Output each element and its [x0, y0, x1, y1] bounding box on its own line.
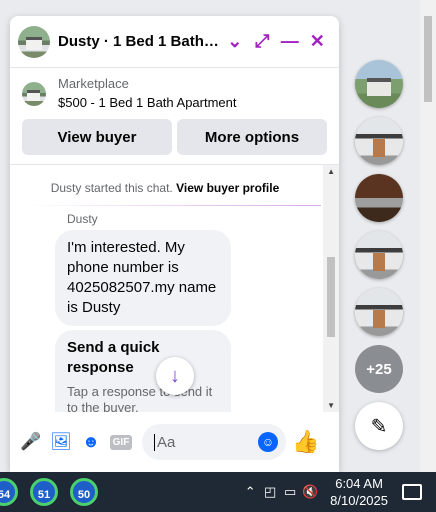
system-message: Dusty started this chat. View buyer prof…	[10, 181, 320, 195]
chat-window: Dusty · 1 Bed 1 Bath A... ⌄ ⤢ — ✕ Market…	[10, 16, 339, 472]
listing-info[interactable]: Marketplace $500 - 1 Bed 1 Bath Apartmen…	[10, 68, 339, 116]
listing-avatar[interactable]	[18, 25, 50, 58]
chat-heads-column: +25 ✎	[355, 60, 403, 450]
page-scroll-thumb[interactable]	[424, 16, 432, 102]
taskbar-app-3[interactable]: 50	[70, 478, 98, 506]
system-message-text: Dusty started this chat.	[50, 181, 173, 195]
clock-time: 6:04 AM	[335, 476, 383, 491]
close-icon[interactable]: ✕	[304, 28, 332, 56]
divider	[26, 205, 321, 206]
chat-head-1[interactable]	[355, 60, 403, 108]
scroll-down-icon[interactable]: ↓	[156, 357, 194, 395]
listing-thumbnail	[22, 82, 46, 106]
chat-title[interactable]: Dusty · 1 Bed 1 Bath A...	[58, 33, 221, 50]
microphone-icon[interactable]: 🎤	[16, 427, 46, 457]
chat-header: Dusty · 1 Bed 1 Bath A... ⌄ ⤢ — ✕	[10, 16, 339, 68]
chat-head-2[interactable]	[355, 117, 403, 165]
chevron-down-icon[interactable]: ⌄	[221, 28, 249, 56]
gif-icon[interactable]: GIF	[106, 427, 136, 457]
sticker-icon[interactable]: ☻	[76, 427, 106, 457]
page-scrollbar[interactable]	[420, 0, 436, 472]
more-chats-badge[interactable]: +25	[355, 345, 403, 393]
quick-response-card[interactable]: Send a quick response Tap a response to …	[55, 330, 231, 412]
sender-name: Dusty	[67, 212, 98, 226]
view-buyer-button[interactable]: View buyer	[22, 119, 172, 155]
scroll-up-arrow-icon[interactable]: ▲	[327, 167, 335, 176]
thumbs-up-icon[interactable]: 👍	[292, 429, 319, 455]
expand-icon[interactable]: ⤢	[249, 28, 277, 56]
more-options-button[interactable]: More options	[177, 119, 327, 155]
view-buyer-profile-link[interactable]: View buyer profile	[176, 181, 279, 195]
scrollbar[interactable]: ▲ ▼	[323, 165, 339, 412]
listing-category: Marketplace	[58, 76, 129, 91]
network-icon[interactable]: ▭	[280, 484, 300, 500]
chat-head-3[interactable]	[355, 174, 403, 222]
chat-head-5[interactable]	[355, 288, 403, 336]
message-input[interactable]: Aa ☺	[142, 424, 286, 460]
emoji-icon[interactable]: ☺	[258, 432, 278, 452]
scroll-thumb[interactable]	[327, 257, 335, 337]
input-placeholder: Aa	[154, 433, 258, 451]
listing-title: $500 - 1 Bed 1 Bath Apartment	[58, 95, 237, 110]
image-icon[interactable]: 🖼	[46, 427, 76, 457]
taskbar-app-1[interactable]: 54	[0, 478, 18, 506]
quick-response-title: Send a quick response	[67, 339, 160, 376]
composer: 🎤 🖼 ☻ GIF Aa ☺ 👍	[10, 412, 339, 472]
taskbar: 54 51 50 ⌃ ◰ ▭ 🔇 6:04 AM 8/10/2025	[0, 472, 436, 512]
clock-date: 8/10/2025	[330, 493, 388, 508]
system-tray: ⌃ ◰ ▭ 🔇 6:04 AM 8/10/2025	[240, 475, 436, 509]
message-bubble: I'm interested. My phone number is 40250…	[55, 230, 231, 326]
new-message-icon[interactable]: ✎	[355, 402, 403, 450]
quick-response-subtitle: Tap a response to send it to the buyer.	[67, 384, 213, 412]
taskbar-app-2[interactable]: 51	[30, 478, 58, 506]
volume-muted-icon[interactable]: 🔇	[300, 484, 320, 500]
chevron-up-icon[interactable]: ⌃	[240, 484, 260, 500]
minimize-icon[interactable]: —	[276, 28, 304, 56]
chat-head-4[interactable]	[355, 231, 403, 279]
camera-icon[interactable]: ◰	[260, 484, 280, 500]
notification-icon[interactable]	[402, 484, 422, 500]
scroll-down-arrow-icon[interactable]: ▼	[327, 401, 335, 410]
clock[interactable]: 6:04 AM 8/10/2025	[330, 475, 388, 509]
message-thread[interactable]: Dusty started this chat. View buyer prof…	[10, 164, 339, 412]
